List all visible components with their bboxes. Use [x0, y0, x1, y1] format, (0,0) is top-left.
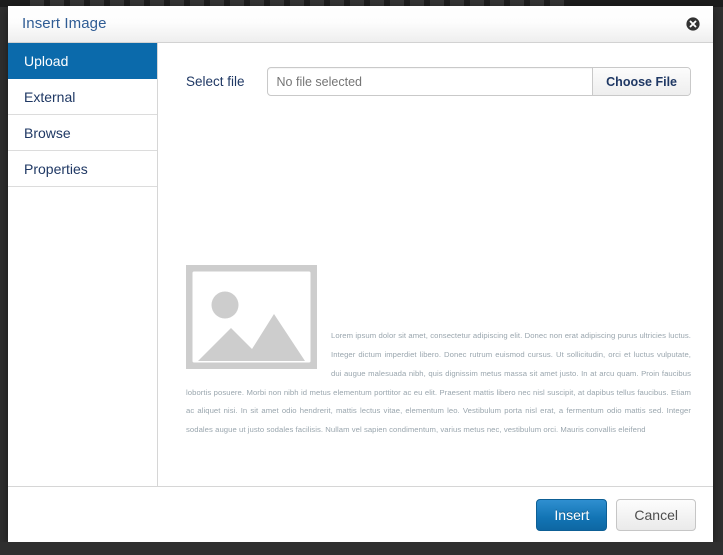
- cancel-button[interactable]: Cancel: [616, 498, 696, 531]
- sidebar-item-label: Upload: [24, 53, 69, 69]
- sidebar-item-label: External: [24, 89, 76, 105]
- image-placeholder-icon: [186, 265, 317, 369]
- upload-panel: Select file Choose File Lorem ipsum dolo…: [158, 43, 713, 486]
- file-input-group: Choose File: [266, 67, 691, 96]
- sidebar-item-external[interactable]: External: [8, 79, 157, 115]
- insert-image-dialog: Insert Image Upload External Browse Prop…: [8, 6, 713, 542]
- dialog-header: Insert Image: [8, 6, 713, 43]
- sidebar-item-properties[interactable]: Properties: [8, 151, 157, 187]
- select-file-row: Select file Choose File: [158, 43, 713, 96]
- sidebar-item-label: Properties: [24, 161, 88, 177]
- backdrop-bottom-strip: [0, 542, 723, 555]
- dialog-title: Insert Image: [22, 15, 107, 32]
- choose-file-button[interactable]: Choose File: [592, 68, 690, 95]
- dialog-footer: Insert Cancel: [8, 486, 713, 542]
- insert-button[interactable]: Insert: [536, 498, 608, 531]
- file-path-input[interactable]: [267, 68, 593, 95]
- select-file-label: Select file: [186, 74, 245, 89]
- dialog-sidebar: Upload External Browse Properties: [8, 43, 158, 486]
- sidebar-item-upload[interactable]: Upload: [8, 43, 157, 79]
- preview-area: Lorem ipsum dolor sit amet, consectetur …: [186, 265, 691, 486]
- sidebar-item-browse[interactable]: Browse: [8, 115, 157, 151]
- dialog-body: Upload External Browse Properties Select…: [8, 43, 713, 486]
- close-circle-icon[interactable]: [686, 17, 700, 31]
- sidebar-item-label: Browse: [24, 125, 71, 141]
